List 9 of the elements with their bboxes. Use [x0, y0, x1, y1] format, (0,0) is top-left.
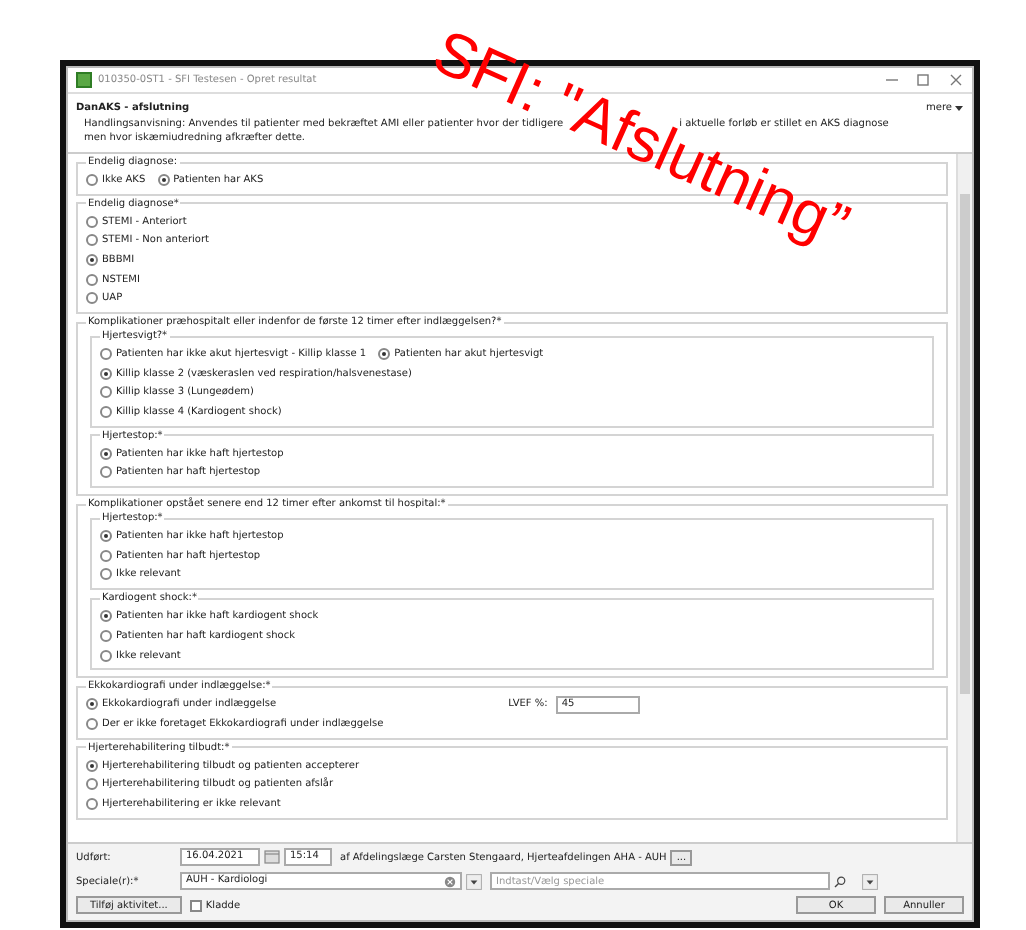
search-icon	[834, 875, 846, 887]
close-icon[interactable]	[948, 74, 964, 86]
app-icon	[76, 72, 92, 88]
caret-icon[interactable]	[954, 104, 964, 112]
clear-icon	[444, 875, 456, 887]
minimize-icon[interactable]	[884, 74, 900, 86]
maximize-icon[interactable]	[916, 74, 932, 86]
dropdown-icon[interactable]	[466, 873, 482, 889]
dropdown-icon[interactable]	[862, 873, 878, 889]
